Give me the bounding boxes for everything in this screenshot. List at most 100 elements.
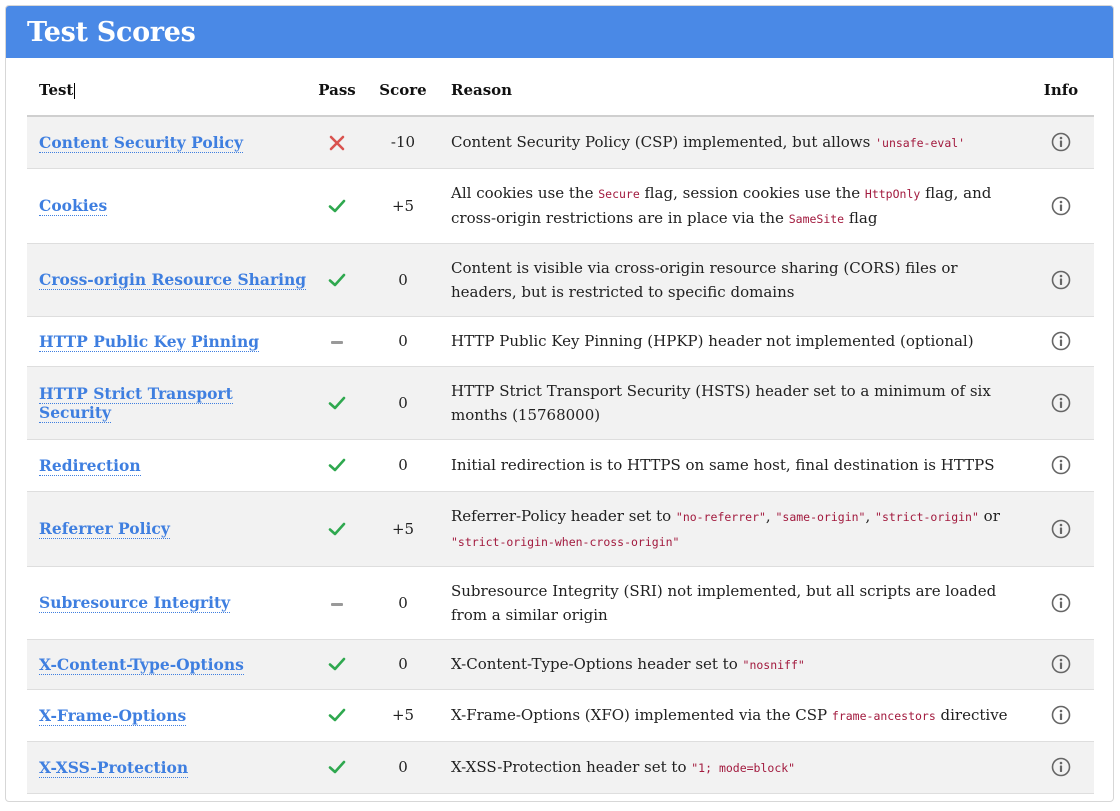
score-cell: +5 [367, 168, 439, 244]
test-name-link[interactable]: Cross-origin Resource Sharing [39, 270, 307, 290]
test-scores-card: Test Scores Test Pass Score Reason Info … [5, 5, 1114, 802]
info-circle-icon[interactable] [1051, 455, 1071, 475]
x-mark-icon [328, 133, 346, 151]
pass-cell [307, 168, 367, 244]
info-circle-icon[interactable] [1051, 705, 1071, 725]
test-name-link[interactable]: X-XSS-Protection [39, 757, 189, 778]
checkmark-icon [327, 757, 347, 775]
table-row: Referrer Policy +5 Referrer-Policy header … [27, 491, 1094, 567]
reason-cell: X-Content-Type-Options header set to "no… [439, 639, 1028, 690]
column-header-test: Test [27, 64, 307, 117]
test-name-link[interactable]: Referrer Policy [39, 519, 170, 539]
checkmark-icon [327, 519, 347, 537]
info-cell [1028, 168, 1094, 244]
pass-cell [307, 366, 367, 440]
score-cell: 0 [367, 316, 439, 367]
score-cell: +5 [367, 491, 439, 567]
pass-cell [307, 243, 367, 317]
test-name-link[interactable]: HTTP Public Key Pinning [39, 331, 260, 352]
checkmark-icon [327, 455, 347, 473]
table-header-row: Test Pass Score Reason Info [27, 64, 1094, 117]
reason-text: X-Content-Type-Options header set to [451, 654, 743, 673]
card-header: Test Scores [6, 6, 1113, 58]
column-header-reason: Reason [439, 64, 1028, 117]
pass-cell [307, 439, 367, 492]
test-name-link[interactable]: Subresource Integrity [39, 593, 231, 613]
table-row: Cross-origin Resource Sharing 0 Content is… [27, 243, 1094, 317]
test-name-link[interactable]: Content Security Policy [39, 132, 243, 153]
checkmark-icon [327, 270, 347, 288]
info-cell [1028, 366, 1094, 440]
reason-text: Referrer-Policy header set to [451, 506, 676, 525]
test-name-cell: Cookies [27, 168, 307, 244]
reason-text: flag [844, 208, 878, 227]
test-name-link[interactable]: Redirection [39, 455, 141, 476]
reason-code: SameSite [788, 211, 845, 226]
pass-cell [307, 566, 367, 640]
reason-code: "no-referrer" [675, 509, 766, 524]
test-scores-table: Test Pass Score Reason Info Content Secu… [27, 64, 1094, 794]
test-name-cell: Referrer Policy [27, 491, 307, 567]
checkmark-icon [327, 393, 347, 411]
test-name-link[interactable]: X-Content-Type-Options [39, 654, 244, 675]
info-circle-icon[interactable] [1051, 331, 1071, 351]
test-name-cell: HTTP Public Key Pinning [27, 316, 307, 367]
reason-code: "same-origin" [775, 509, 866, 524]
info-circle-icon[interactable] [1051, 132, 1071, 152]
column-header-score: Score [367, 64, 439, 117]
info-cell [1028, 741, 1094, 794]
reason-text: X-Frame-Options (XFO) implemented via th… [451, 705, 832, 724]
score-cell: 0 [367, 439, 439, 492]
checkmark-icon [327, 654, 347, 672]
info-circle-icon[interactable] [1051, 519, 1071, 538]
test-name-link[interactable]: X-Frame-Options [39, 705, 187, 726]
reason-cell: Initial redirection is to HTTPS on same … [439, 439, 1028, 492]
test-name-cell: HTTP Strict Transport Security [27, 366, 307, 440]
score-cell: 0 [367, 566, 439, 640]
test-name-link[interactable]: Cookies [39, 196, 108, 216]
reason-text: Initial redirection is to HTTPS on same … [451, 456, 995, 474]
table-row: Redirection 0 Initial redirection is to HT… [27, 439, 1094, 492]
reason-text: or [978, 506, 1000, 525]
score-cell: 0 [367, 741, 439, 794]
table-row: X-Frame-Options +5 X-Frame-Options (XFO) i… [27, 689, 1094, 742]
score-cell: 0 [367, 639, 439, 690]
info-cell [1028, 316, 1094, 367]
info-cell [1028, 639, 1094, 690]
table-row: X-XSS-Protection 0 X-XSS-Protection header… [27, 741, 1094, 794]
reason-code: "1; mode=block" [691, 760, 796, 775]
reason-text: Subresource Integrity (SRI) not implemen… [451, 581, 997, 624]
reason-cell: All cookies use the Secure flag, session… [439, 168, 1028, 244]
score-cell: 0 [367, 243, 439, 317]
table-row: Subresource Integrity 0 Subresource Integr… [27, 566, 1094, 640]
info-cell [1028, 689, 1094, 742]
reason-code: 'unsafe-eval' [875, 135, 966, 150]
info-circle-icon[interactable] [1051, 593, 1071, 612]
checkmark-icon [327, 196, 347, 214]
pass-cell [307, 491, 367, 567]
reason-code: "strict-origin-when-cross-origin" [451, 534, 680, 549]
reason-cell: X-Frame-Options (XFO) implemented via th… [439, 689, 1028, 742]
reason-cell: HTTP Strict Transport Security (HSTS) he… [439, 366, 1028, 440]
info-cell [1028, 116, 1094, 169]
info-circle-icon[interactable] [1051, 196, 1071, 215]
info-cell [1028, 243, 1094, 317]
info-circle-icon[interactable] [1051, 393, 1071, 412]
test-name-cell: Cross-origin Resource Sharing [27, 243, 307, 317]
test-name-link[interactable]: HTTP Strict Transport Security [39, 383, 233, 423]
text-cursor [74, 82, 76, 99]
reason-code: "strict-origin" [875, 509, 979, 524]
test-name-cell: X-Frame-Options [27, 689, 307, 742]
pass-cell [307, 689, 367, 742]
info-circle-icon[interactable] [1051, 270, 1071, 289]
dash-icon [329, 332, 345, 350]
info-cell [1028, 566, 1094, 640]
column-header-pass: Pass [307, 64, 367, 117]
reason-code: HttpOnly [864, 186, 921, 201]
reason-code: "nosniff" [742, 657, 805, 672]
table-row: HTTP Strict Transport Security 0 HTTP Stri… [27, 366, 1094, 440]
reason-cell: Subresource Integrity (SRI) not implemen… [439, 566, 1028, 640]
info-circle-icon[interactable] [1051, 757, 1071, 777]
info-circle-icon[interactable] [1051, 654, 1071, 674]
reason-text: directive [935, 705, 1008, 724]
